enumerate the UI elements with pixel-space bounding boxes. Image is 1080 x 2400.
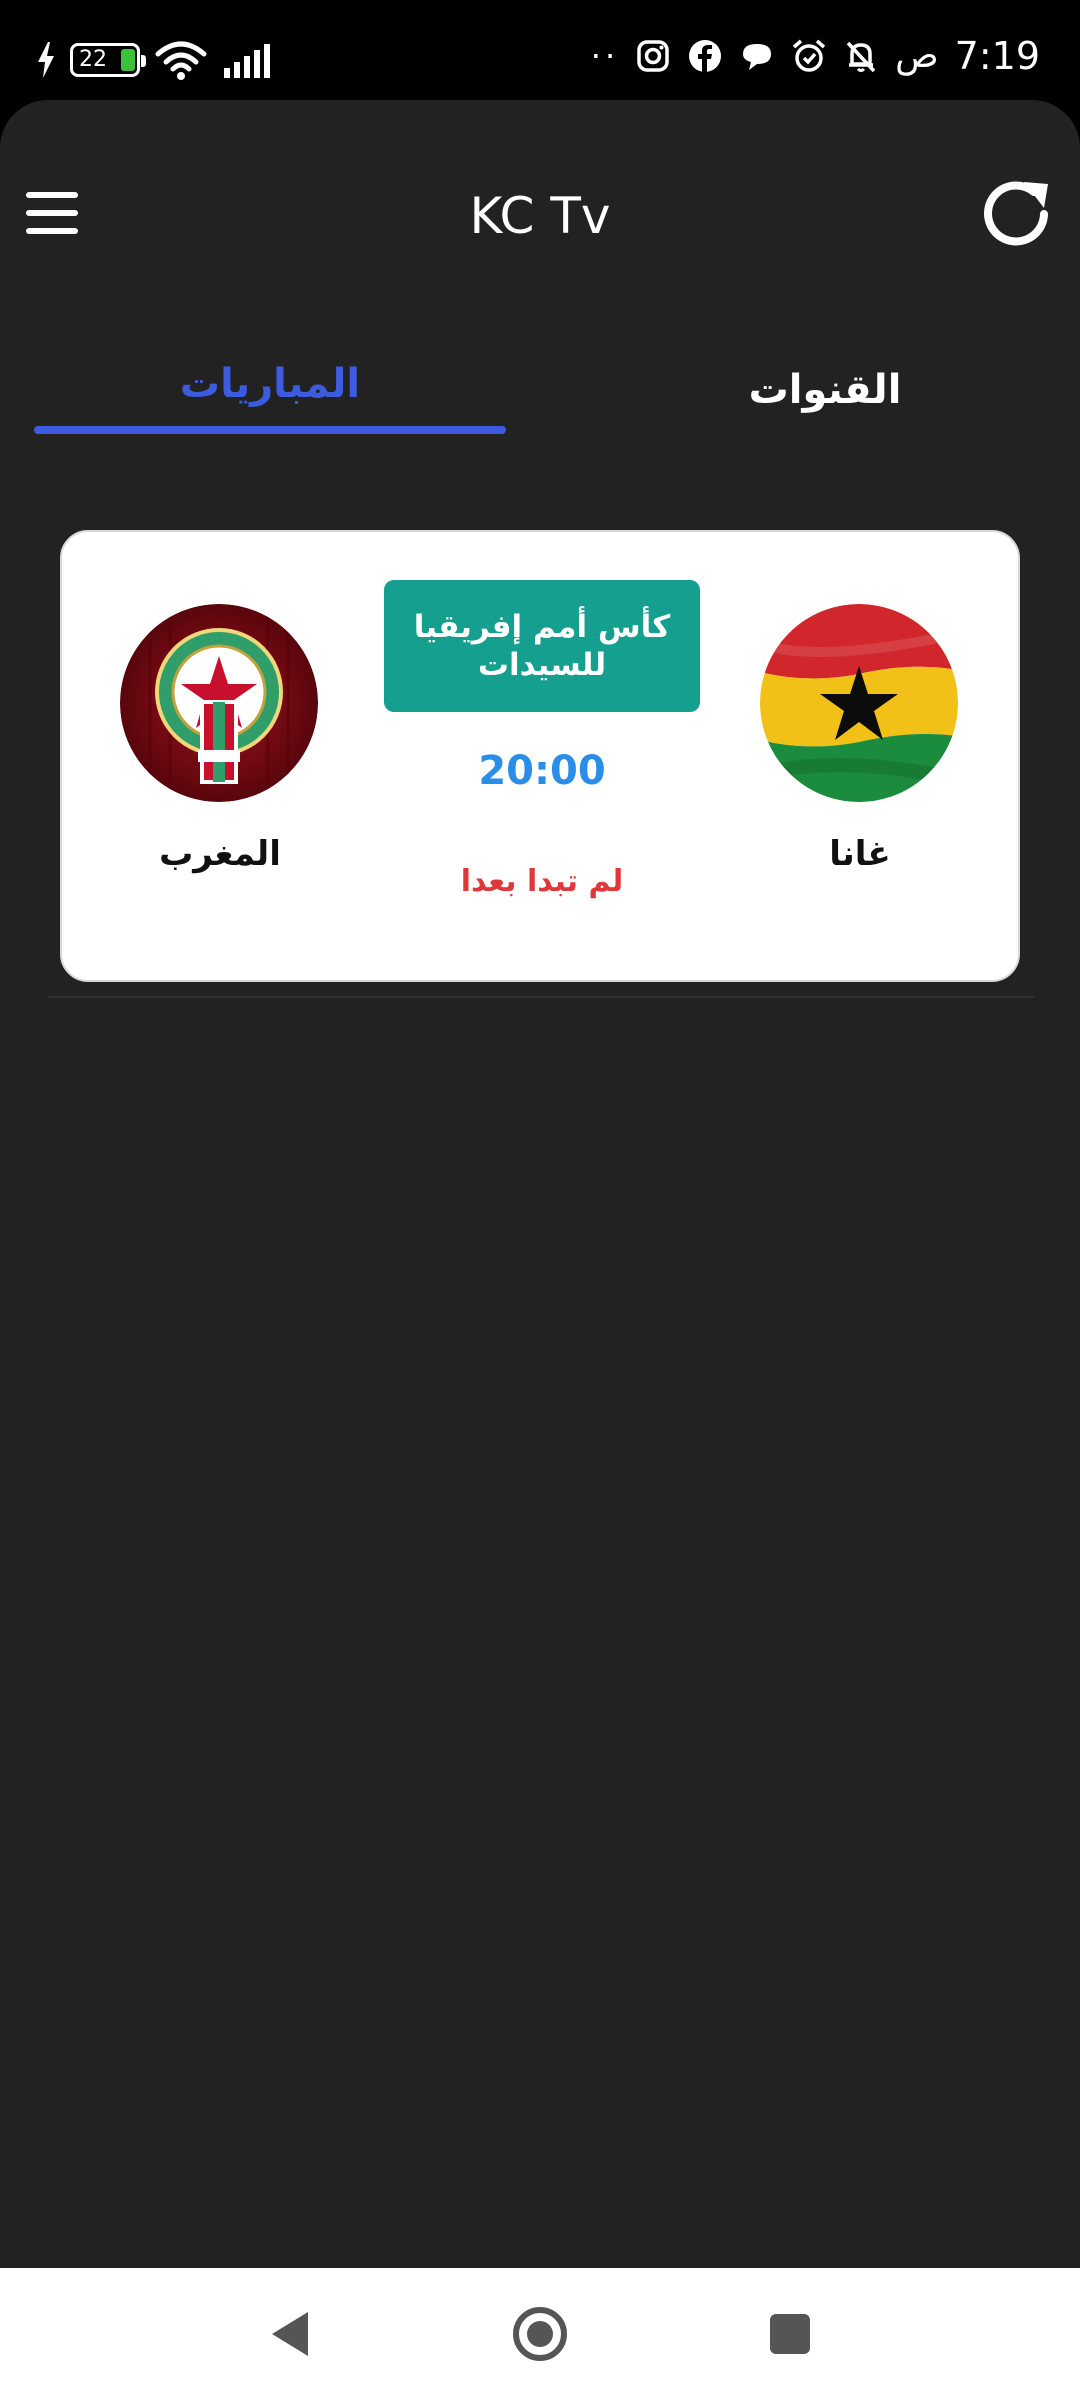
home-team-name: غانا [829, 834, 891, 874]
card-divider [48, 996, 1034, 998]
ampm-indicator: ص [895, 35, 939, 76]
system-nav-bar [0, 2268, 1080, 2400]
signal-icon [224, 44, 270, 78]
recents-icon[interactable] [760, 2304, 820, 2364]
chat-icon [743, 44, 772, 70]
app-screen: KC Tv المباريات القنوات المغرب كأس أمم إ… [0, 100, 1080, 2268]
status-right: ·· ص 7:19 [590, 34, 1040, 78]
charging-icon [38, 42, 54, 78]
tab-channels[interactable]: القنوات [580, 350, 1070, 430]
refresh-icon[interactable] [978, 176, 1054, 252]
more-notifications: ·· [590, 37, 620, 75]
tab-indicator [34, 426, 506, 434]
league-badge: كأس أمم إفريقيا للسيدات [384, 580, 700, 712]
app-title: KC Tv [469, 187, 611, 245]
away-team-name: المغرب [159, 834, 281, 874]
away-team: المغرب [120, 604, 320, 876]
instagram-icon [637, 40, 669, 72]
frmf-crest-icon [120, 604, 318, 802]
mute-icon [846, 41, 876, 73]
match-card[interactable]: المغرب كأس أمم إفريقيا للسيدات 20:00 لم … [60, 530, 1020, 982]
status-bar: 22 ·· ص 7:19 [0, 0, 1080, 100]
back-icon[interactable] [260, 2304, 320, 2364]
tab-matches[interactable]: المباريات [34, 344, 506, 424]
clock: 7:19 [954, 34, 1040, 78]
battery-level: 22 [79, 47, 107, 72]
match-status: لم تبدا بعدا [460, 864, 624, 899]
ghana-flag-icon [760, 604, 958, 802]
battery-icon: 22 [70, 43, 146, 77]
wifi-icon [155, 41, 207, 80]
match-time: 20:00 [478, 748, 606, 794]
facebook-icon [689, 40, 722, 72]
alarm-icon [792, 39, 826, 72]
status-left: 22 [36, 40, 274, 80]
home-icon[interactable] [510, 2304, 570, 2364]
home-team: غانا [760, 604, 960, 876]
